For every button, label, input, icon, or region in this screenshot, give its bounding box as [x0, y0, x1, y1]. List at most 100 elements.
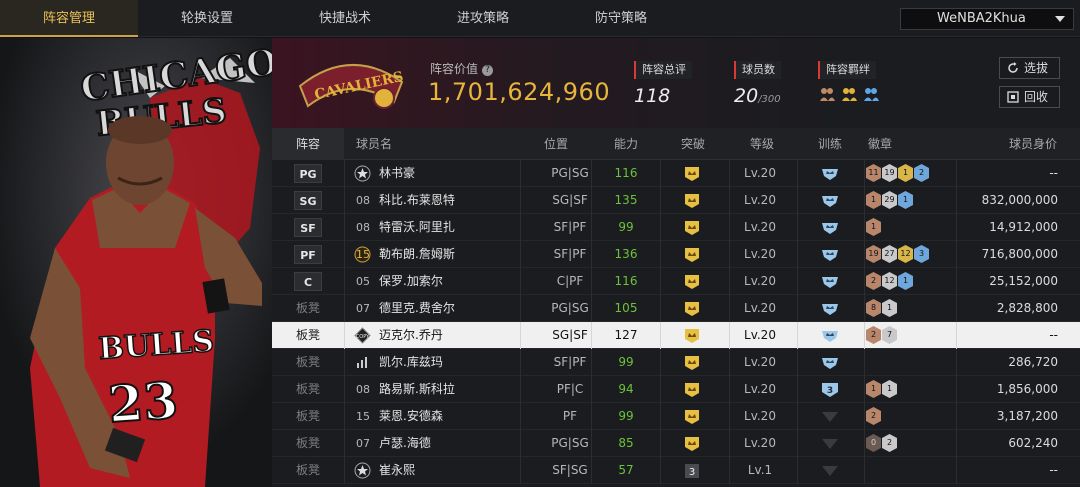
- bond-gold-icon[interactable]: [840, 85, 858, 103]
- badge[interactable]: 11: [866, 164, 881, 182]
- badge[interactable]: 27: [882, 245, 897, 263]
- lineup-rating-label: 阵容总评: [634, 61, 692, 79]
- training-icon[interactable]: [820, 355, 840, 371]
- player-salary: 3,187,200: [996, 409, 1058, 423]
- crown-icon[interactable]: [684, 437, 700, 451]
- training-inactive-icon[interactable]: [820, 463, 840, 479]
- training-icon[interactable]: [820, 301, 840, 317]
- col-lineup[interactable]: 阵容: [272, 128, 344, 160]
- recall-player-button[interactable]: 回收: [999, 86, 1060, 108]
- badge[interactable]: 3: [914, 245, 929, 263]
- badge[interactable]: 12: [882, 272, 897, 290]
- select-player-button[interactable]: 选拔: [999, 57, 1060, 79]
- player-name[interactable]: 勒布朗.詹姆斯: [379, 241, 455, 268]
- training-icon[interactable]: [820, 328, 840, 344]
- table-row[interactable]: PF 15 勒布朗.詹姆斯 SF|PF 136 Lv.20 19 27 12 3 716,800,0…: [272, 241, 1080, 268]
- training-inactive-icon[interactable]: [820, 409, 840, 425]
- badge[interactable]: 29: [882, 191, 897, 209]
- tab-quick-tactics[interactable]: 快捷战术: [276, 0, 414, 37]
- account-dropdown[interactable]: WeNBA2Khua: [900, 8, 1074, 30]
- badge[interactable]: 2: [866, 407, 881, 425]
- crown-icon[interactable]: [684, 221, 700, 235]
- player-name[interactable]: 路易斯.斯科拉: [379, 376, 455, 403]
- training-icon[interactable]: [820, 220, 840, 236]
- player-name[interactable]: 特雷沃.阿里扎: [379, 214, 455, 241]
- tab-offense[interactable]: 进攻策略: [414, 0, 552, 37]
- badge[interactable]: 7: [882, 326, 897, 344]
- lineup-slot[interactable]: C: [294, 272, 322, 291]
- player-name[interactable]: 保罗.加索尔: [379, 268, 443, 295]
- table-row[interactable]: 板凳 15 莱恩.安德森 PF 99 Lv.20 2 3,187,200: [272, 403, 1080, 430]
- player-name[interactable]: 德里克.费舍尔: [379, 295, 455, 322]
- table-row[interactable]: C 05 保罗.加索尔 C|PF 116 Lv.20 2 12 1 25,152,000: [272, 268, 1080, 295]
- player-level: Lv.20: [744, 193, 776, 207]
- crown-icon[interactable]: [684, 383, 700, 397]
- column-divider: [864, 457, 865, 484]
- column-divider: [344, 268, 345, 295]
- badge[interactable]: 1: [866, 380, 881, 398]
- table-row[interactable]: SF 08 特雷沃.阿里扎 SF|PF 99 Lv.20 1 14,912,000: [272, 214, 1080, 241]
- lineup-slot[interactable]: SG: [294, 191, 322, 210]
- player-ability: 116: [614, 166, 638, 180]
- badge[interactable]: 1: [898, 164, 913, 182]
- crown-icon[interactable]: [684, 275, 700, 289]
- badge[interactable]: 2: [914, 164, 929, 182]
- training-icon[interactable]: [820, 274, 840, 290]
- crown-icon[interactable]: [684, 167, 700, 181]
- player-level: Lv.20: [744, 355, 776, 369]
- refresh-icon: [1008, 62, 1018, 73]
- lineup-slot[interactable]: PF: [294, 245, 322, 264]
- badge[interactable]: 2: [866, 272, 881, 290]
- badge[interactable]: 19: [866, 245, 881, 263]
- badge[interactable]: 2: [882, 434, 897, 452]
- badge[interactable]: 1: [882, 299, 897, 317]
- breakthrough-level-icon[interactable]: 3: [684, 464, 700, 478]
- lineup-slot[interactable]: PG: [294, 164, 322, 183]
- training-inactive-icon[interactable]: [820, 436, 840, 452]
- table-row[interactable]: 板凳 凯尔.库兹玛 SF|PF 99 Lv.20 286,720: [272, 349, 1080, 376]
- table-row[interactable]: 板凳 崔永熙 SF|SG 57 3 Lv.1 --: [272, 457, 1080, 484]
- badge[interactable]: 1: [866, 191, 881, 209]
- player-name[interactable]: 科比.布莱恩特: [379, 187, 455, 214]
- column-divider: [956, 457, 957, 484]
- training-level-icon[interactable]: 3: [820, 382, 840, 398]
- badge[interactable]: 1: [898, 191, 913, 209]
- badge[interactable]: 1: [866, 218, 881, 236]
- table-row[interactable]: 板凳 07 德里克.费舍尔 PG|SG 105 Lv.20 8 1 2,828,800: [272, 295, 1080, 322]
- crown-icon[interactable]: [684, 248, 700, 262]
- player-name[interactable]: 崔永熙: [379, 457, 415, 484]
- badge[interactable]: 1: [882, 380, 897, 398]
- crown-icon[interactable]: [684, 410, 700, 424]
- badge[interactable]: 1: [898, 272, 913, 290]
- crown-icon[interactable]: [684, 356, 700, 370]
- badge[interactable]: 8: [866, 299, 881, 317]
- player-name[interactable]: 凯尔.库兹玛: [379, 349, 443, 376]
- tab-defense[interactable]: 防守策略: [552, 0, 690, 37]
- training-icon[interactable]: [820, 166, 840, 182]
- player-name[interactable]: 卢瑟.海德: [379, 430, 431, 457]
- training-icon[interactable]: [820, 247, 840, 263]
- crown-icon[interactable]: [684, 329, 700, 343]
- lineup-slot: 板凳: [295, 409, 320, 423]
- crown-icon[interactable]: [684, 302, 700, 316]
- player-name[interactable]: 林书豪: [379, 160, 415, 187]
- crown-icon[interactable]: [684, 194, 700, 208]
- bond-blue-icon[interactable]: [862, 85, 880, 103]
- player-name[interactable]: 莱恩.安德森: [379, 403, 443, 430]
- help-icon[interactable]: ?: [482, 65, 494, 76]
- badge[interactable]: 12: [898, 245, 913, 263]
- tab-rotation[interactable]: 轮换设置: [138, 0, 276, 37]
- badge[interactable]: 0: [866, 434, 881, 452]
- badge[interactable]: 19: [882, 164, 897, 182]
- table-row[interactable]: 板凳 COPY 迈克尔.乔丹 SG|SF 127 Lv.20 2 7 --: [272, 322, 1080, 349]
- lineup-slot[interactable]: SF: [294, 218, 322, 237]
- table-row[interactable]: PG 林书豪 PG|SG 116 Lv.20 11 19 1 2 --: [272, 160, 1080, 187]
- table-row[interactable]: 板凳 07 卢瑟.海德 PG|SG 85 Lv.20 0 2 602,240: [272, 430, 1080, 457]
- badge[interactable]: 2: [866, 326, 881, 344]
- training-icon[interactable]: [820, 193, 840, 209]
- table-row[interactable]: SG 08 科比.布莱恩特 SG|SF 135 Lv.20 1 29 1 832,000,000: [272, 187, 1080, 214]
- player-name[interactable]: 迈克尔.乔丹: [379, 322, 443, 349]
- bond-bronze-icon[interactable]: [818, 85, 836, 103]
- tab-lineup[interactable]: 阵容管理: [0, 0, 138, 37]
- table-row[interactable]: 板凳 08 路易斯.斯科拉 PF|C 94 Lv.20 3 1 1 1,856,000: [272, 376, 1080, 403]
